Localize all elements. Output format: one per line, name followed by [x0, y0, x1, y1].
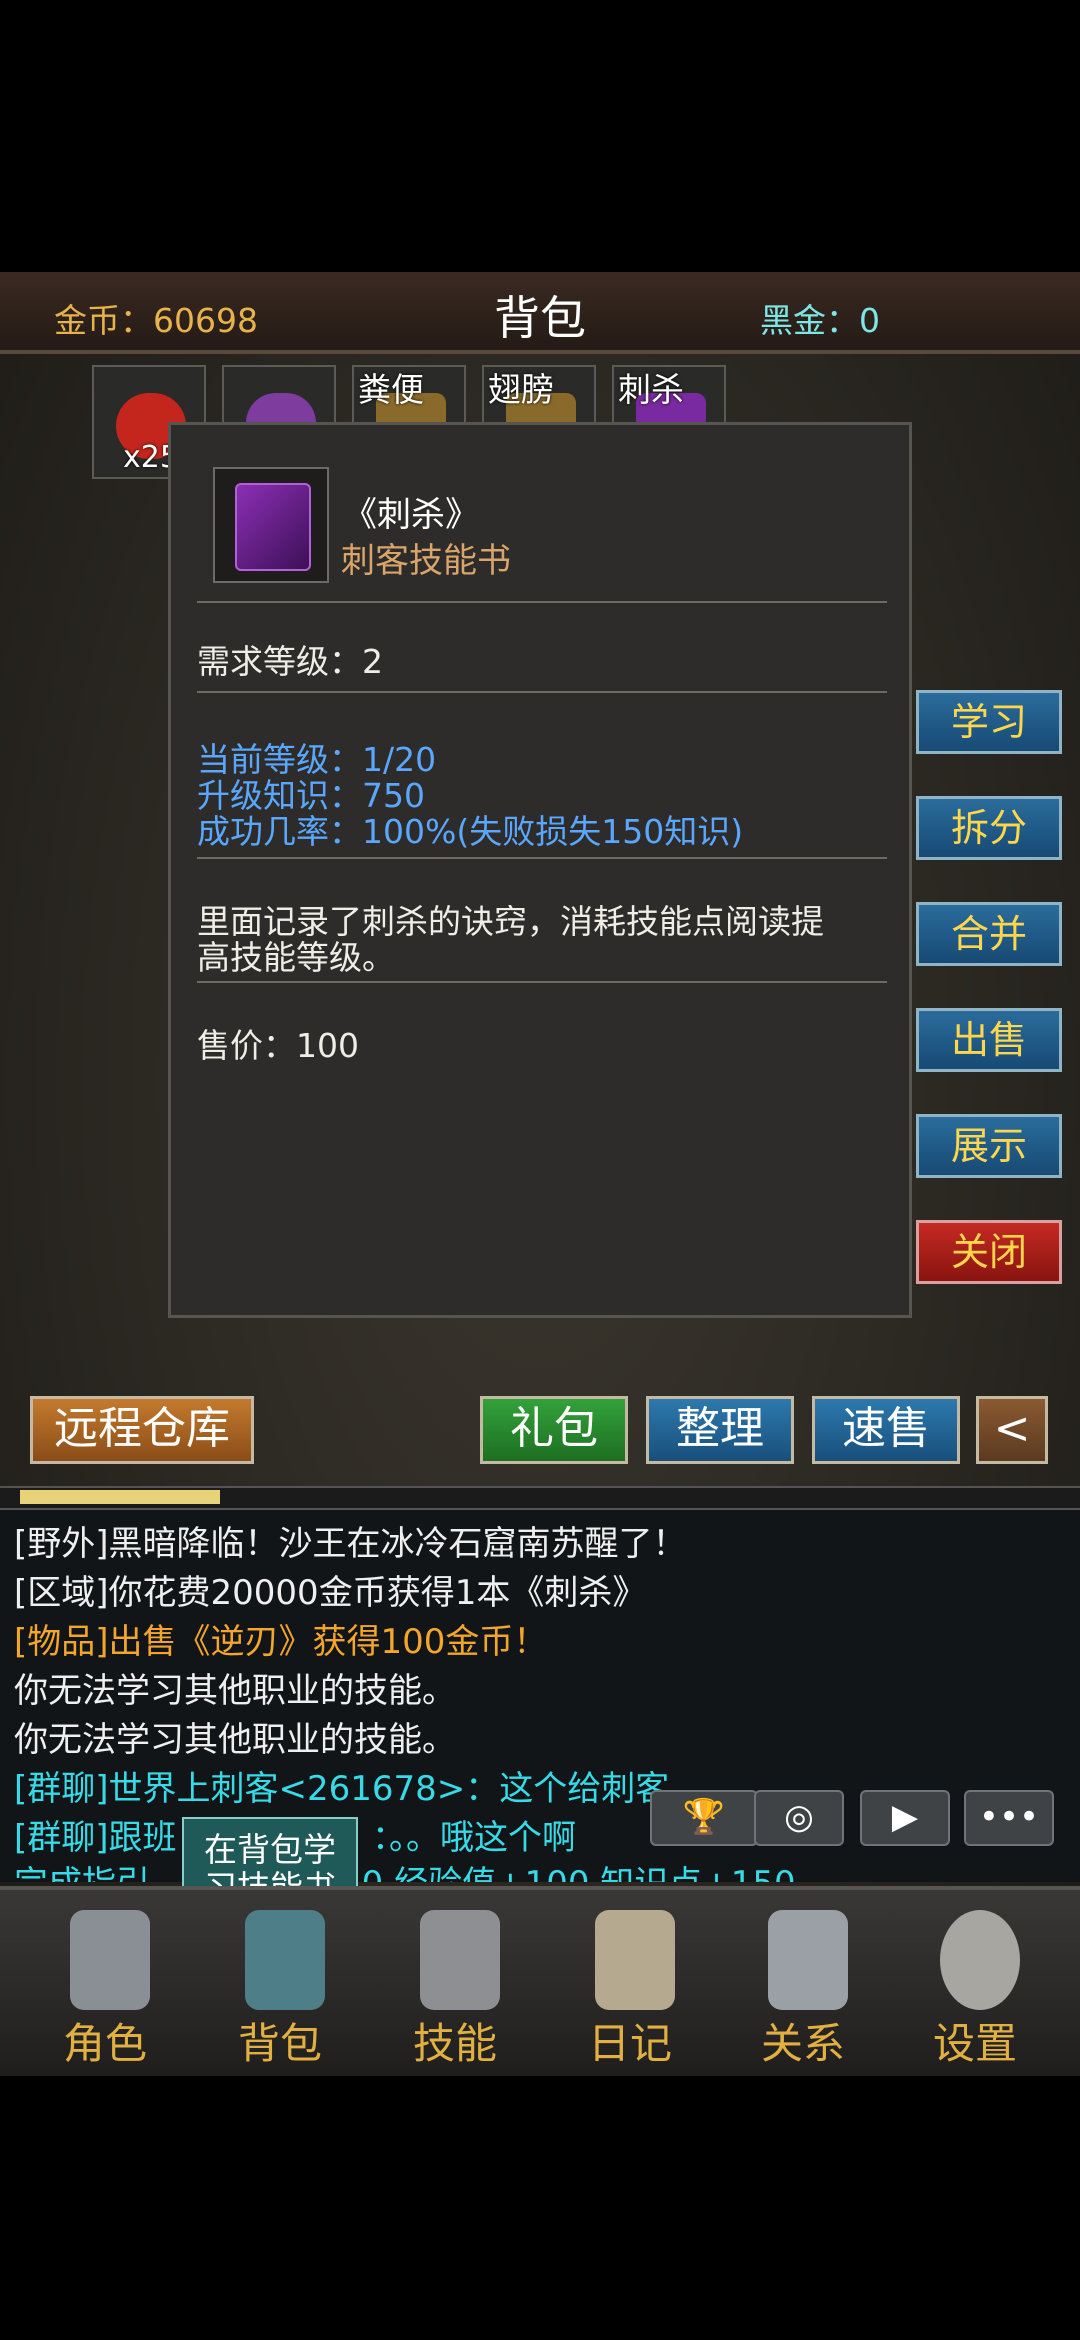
nav-skills[interactable]: 技能 [380, 1890, 530, 2076]
sell-button[interactable]: 出售 [916, 1008, 1062, 1072]
nav-diary[interactable]: 日记 [555, 1890, 705, 2076]
page-title: 背包 [494, 291, 586, 345]
chat-line: 你无法学习其他职业的技能。 [14, 1720, 456, 1760]
nav-relations[interactable]: 关系 [728, 1890, 878, 2076]
divider [197, 857, 887, 859]
compass-icon[interactable]: ◎ [754, 1790, 844, 1846]
item-name: 粪便 [358, 370, 424, 409]
required-level: 需求等级：2 [197, 642, 383, 681]
divider [197, 601, 887, 603]
item-description-line2: 高技能等级。 [197, 938, 395, 977]
item-type: 刺客技能书 [341, 541, 511, 581]
item-detail-popup: 《刺杀》 刺客技能书 需求等级：2 当前等级：1/20 升级知识：750 成功几… [168, 422, 912, 1318]
trophy-icon[interactable]: 🏆 [650, 1790, 758, 1846]
merge-button[interactable]: 合并 [916, 902, 1062, 966]
game-screen: 金币：60698 背包 黑金：0 x257 x253 粪便 x3 翅膀 x3 刺… [0, 272, 1080, 2076]
inventory-header: 金币：60698 背包 黑金：0 [0, 272, 1080, 354]
nav-backpack[interactable]: 背包 [205, 1890, 355, 2076]
chat-line: 50 经验值+100 知识点+150 [340, 1856, 796, 1882]
quick-sell-button[interactable]: 速售 [812, 1396, 960, 1464]
item-name: 《刺杀》 [343, 495, 479, 535]
chat-line: [区域]你花费20000金币获得1本《刺杀》 [14, 1573, 647, 1613]
divider [197, 691, 887, 693]
item-icon-frame [213, 467, 329, 583]
sort-button[interactable]: 整理 [646, 1396, 794, 1464]
nav-character[interactable]: 角色 [30, 1890, 180, 2076]
item-name: 翅膀 [488, 370, 554, 409]
play-icon[interactable]: ▶ [860, 1790, 950, 1846]
nav-settings[interactable]: 设置 [900, 1890, 1050, 2076]
bottom-nav: 角色 背包 技能 日记 关系 设置 [0, 1886, 1080, 2076]
chat-line: [野外]黑暗降临！沙王在冰冷石窟南苏醒了！ [14, 1524, 687, 1564]
back-button[interactable]: < [976, 1396, 1048, 1464]
chat-line: [群聊]跟班 [14, 1818, 177, 1858]
skillbook-icon [420, 1910, 500, 2010]
success-rate: 成功几率：100%(失败损失150知识) [197, 812, 744, 851]
split-button[interactable]: 拆分 [916, 796, 1062, 860]
sell-price: 售价：100 [197, 1026, 359, 1065]
gift-button[interactable]: 礼包 [480, 1396, 628, 1464]
learn-button[interactable]: 学习 [916, 690, 1062, 754]
remote-storage-button[interactable]: 远程仓库 [30, 1396, 254, 1464]
show-button[interactable]: 展示 [916, 1114, 1062, 1178]
helmet-icon [70, 1910, 150, 2010]
black-gold-counter: 黑金：0 [760, 301, 880, 340]
backpack-icon [245, 1910, 325, 2010]
item-name: 刺杀 [618, 370, 684, 409]
scroll-icon [595, 1910, 675, 2010]
chat-line: 完成指引 [14, 1856, 150, 1882]
gauntlet-icon [768, 1910, 848, 2010]
experience-bar [0, 1486, 1080, 1510]
chat-line: ：。。哦这个啊 [372, 1818, 576, 1858]
close-button[interactable]: 关闭 [916, 1220, 1062, 1284]
chat-line: [群聊]世界上刺客<261678>：这个给刺客 [14, 1769, 670, 1809]
more-icon[interactable]: ••• [964, 1790, 1054, 1846]
skill-book-icon [235, 483, 311, 571]
chat-line: [物品]出售《逆刃》获得100金币！ [14, 1622, 548, 1662]
chat-line: 你无法学习其他职业的技能。 [14, 1671, 456, 1711]
divider [197, 981, 887, 983]
gear-icon [940, 1910, 1020, 2010]
